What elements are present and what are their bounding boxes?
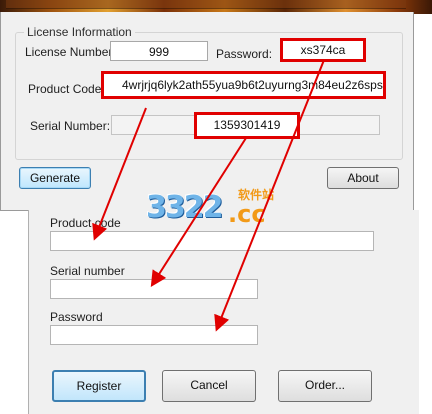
arrow-serial-number — [150, 137, 247, 288]
arrow-password — [214, 59, 325, 332]
annotation-arrows — [92, 59, 325, 332]
arrow-product-code — [92, 107, 147, 241]
